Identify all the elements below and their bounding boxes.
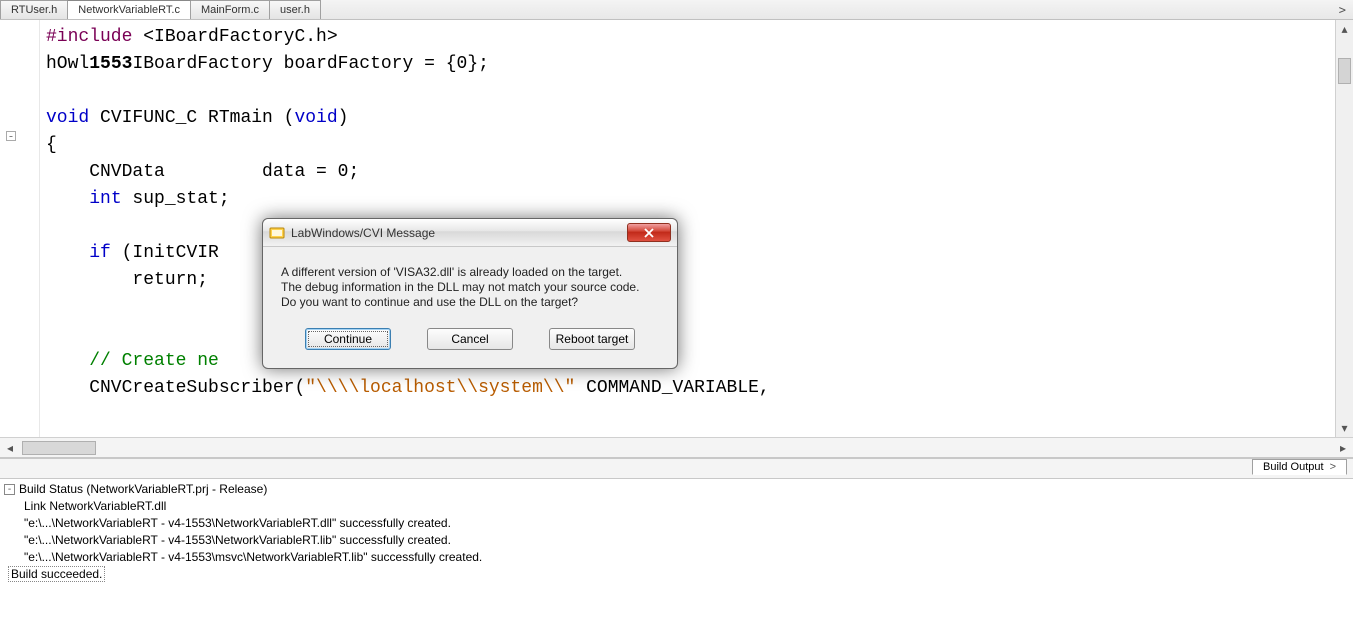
scroll-up-icon[interactable]: ▴ (1336, 20, 1353, 38)
code-text: CNVData data = (46, 162, 338, 182)
code-brace: { (46, 135, 57, 155)
output-overflow-chevron-icon[interactable]: > (1330, 461, 1336, 473)
tab-rtuser-h[interactable]: RTUser.h (0, 0, 68, 19)
code-text: return; (46, 270, 251, 290)
build-output-tab[interactable]: Build Output > (1252, 459, 1347, 475)
dialog-body: A different version of 'VISA32.dll' is a… (263, 247, 677, 320)
include-file: <IBoardFactoryC.h> (143, 27, 337, 47)
reboot-target-button[interactable]: Reboot target (549, 328, 635, 350)
code-string: "\\\\localhost\\system\\" (305, 378, 575, 398)
build-output-text: Link NetworkVariableRT.dll (24, 499, 166, 513)
tab-user-h[interactable]: user.h (269, 0, 321, 19)
build-output-panel: Build Output > -Build Status (NetworkVar… (0, 457, 1353, 627)
tab-networkvariablert-c[interactable]: NetworkVariableRT.c (67, 0, 191, 19)
dialog-message-line: Do you want to continue and use the DLL … (281, 295, 659, 310)
fold-toggle-icon[interactable]: - (6, 131, 16, 141)
code-text: hOwl (46, 54, 89, 74)
scroll-right-icon[interactable]: ▸ (1333, 438, 1353, 457)
dialog-button-row: Continue Cancel Reboot target (263, 320, 677, 368)
scroll-down-icon[interactable]: ▾ (1336, 419, 1353, 437)
scroll-left-icon[interactable]: ◂ (0, 438, 20, 457)
code-text: }; (467, 54, 489, 74)
code-text: ) (338, 108, 349, 128)
code-number: 0 (338, 162, 349, 182)
build-result-line: Build succeeded. (4, 566, 1349, 583)
cancel-button[interactable]: Cancel (427, 328, 513, 350)
file-tabs-bar: RTUser.h NetworkVariableRT.c MainForm.c … (0, 0, 1353, 20)
code-text: (InitCVIR (111, 243, 219, 263)
preproc-keyword: #include (46, 27, 143, 47)
keyword-void: void (46, 108, 89, 128)
build-output-line: Link NetworkVariableRT.dll (4, 498, 1349, 515)
code-text: ; (348, 162, 359, 182)
tree-collapse-icon[interactable]: - (4, 484, 15, 495)
code-comment: // Create ne (89, 351, 219, 371)
code-text: COMMAND_VARIABLE, (575, 378, 769, 398)
app-icon (269, 225, 285, 241)
scroll-track[interactable] (98, 438, 1333, 457)
code-text (46, 189, 89, 209)
output-tabs-row: Build Output > (0, 459, 1353, 479)
continue-button[interactable]: Continue (305, 328, 391, 350)
code-text (46, 351, 89, 371)
build-output-body[interactable]: -Build Status (NetworkVariableRT.prj - R… (0, 479, 1353, 627)
code-text: CVIFUNC_C RTmain ( (89, 108, 294, 128)
dialog-message-line: The debug information in the DLL may not… (281, 280, 659, 295)
code-text: sup_stat; (122, 189, 230, 209)
scroll-thumb[interactable] (1338, 58, 1351, 84)
build-output-line: "e:\...\NetworkVariableRT - v4-1553\Netw… (4, 515, 1349, 532)
tab-label: RTUser.h (11, 4, 57, 16)
tab-label: user.h (280, 4, 310, 16)
output-tab-label: Build Output (1263, 461, 1324, 473)
horizontal-scrollbar[interactable]: ◂ ▸ (0, 437, 1353, 457)
code-text (46, 243, 89, 263)
scroll-thumb[interactable] (22, 441, 96, 455)
build-output-line: "e:\...\NetworkVariableRT - v4-1553\msvc… (4, 549, 1349, 566)
tab-mainform-c[interactable]: MainForm.c (190, 0, 270, 19)
keyword-int: int (89, 189, 121, 209)
build-output-line: "e:\...\NetworkVariableRT - v4-1553\Netw… (4, 532, 1349, 549)
vertical-scrollbar[interactable]: ▴ ▾ (1335, 20, 1353, 437)
build-status-text: Build Status (NetworkVariableRT.prj - Re… (19, 482, 267, 496)
build-output-text: "e:\...\NetworkVariableRT - v4-1553\Netw… (24, 516, 451, 530)
close-button[interactable] (627, 223, 671, 242)
build-result-text: Build succeeded. (8, 566, 105, 582)
tab-label: MainForm.c (201, 4, 259, 16)
keyword-if: if (89, 243, 111, 263)
code-text: 1553 (89, 54, 132, 74)
code-area[interactable]: #include <IBoardFactoryC.h> hOwl1553IBoa… (40, 20, 1335, 437)
close-icon (644, 228, 654, 238)
tabs-controls: > (1336, 0, 1353, 19)
build-status-root: -Build Status (NetworkVariableRT.prj - R… (4, 481, 1349, 498)
message-dialog: LabWindows/CVI Message A different versi… (262, 218, 678, 369)
dialog-title-text: LabWindows/CVI Message (291, 226, 627, 240)
dialog-titlebar[interactable]: LabWindows/CVI Message (263, 219, 677, 247)
tab-label: NetworkVariableRT.c (78, 4, 180, 16)
keyword-void: void (294, 108, 337, 128)
build-output-text: "e:\...\NetworkVariableRT - v4-1553\msvc… (24, 550, 482, 564)
editor-gutter: - (0, 20, 40, 437)
tabs-overflow-chevron-icon[interactable]: > (1336, 3, 1349, 17)
code-number: 0 (457, 54, 468, 74)
code-text: IBoardFactory boardFactory = { (132, 54, 456, 74)
dialog-message-line: A different version of 'VISA32.dll' is a… (281, 265, 659, 280)
code-text: CNVCreateSubscriber( (46, 378, 305, 398)
build-output-text: "e:\...\NetworkVariableRT - v4-1553\Netw… (24, 533, 451, 547)
